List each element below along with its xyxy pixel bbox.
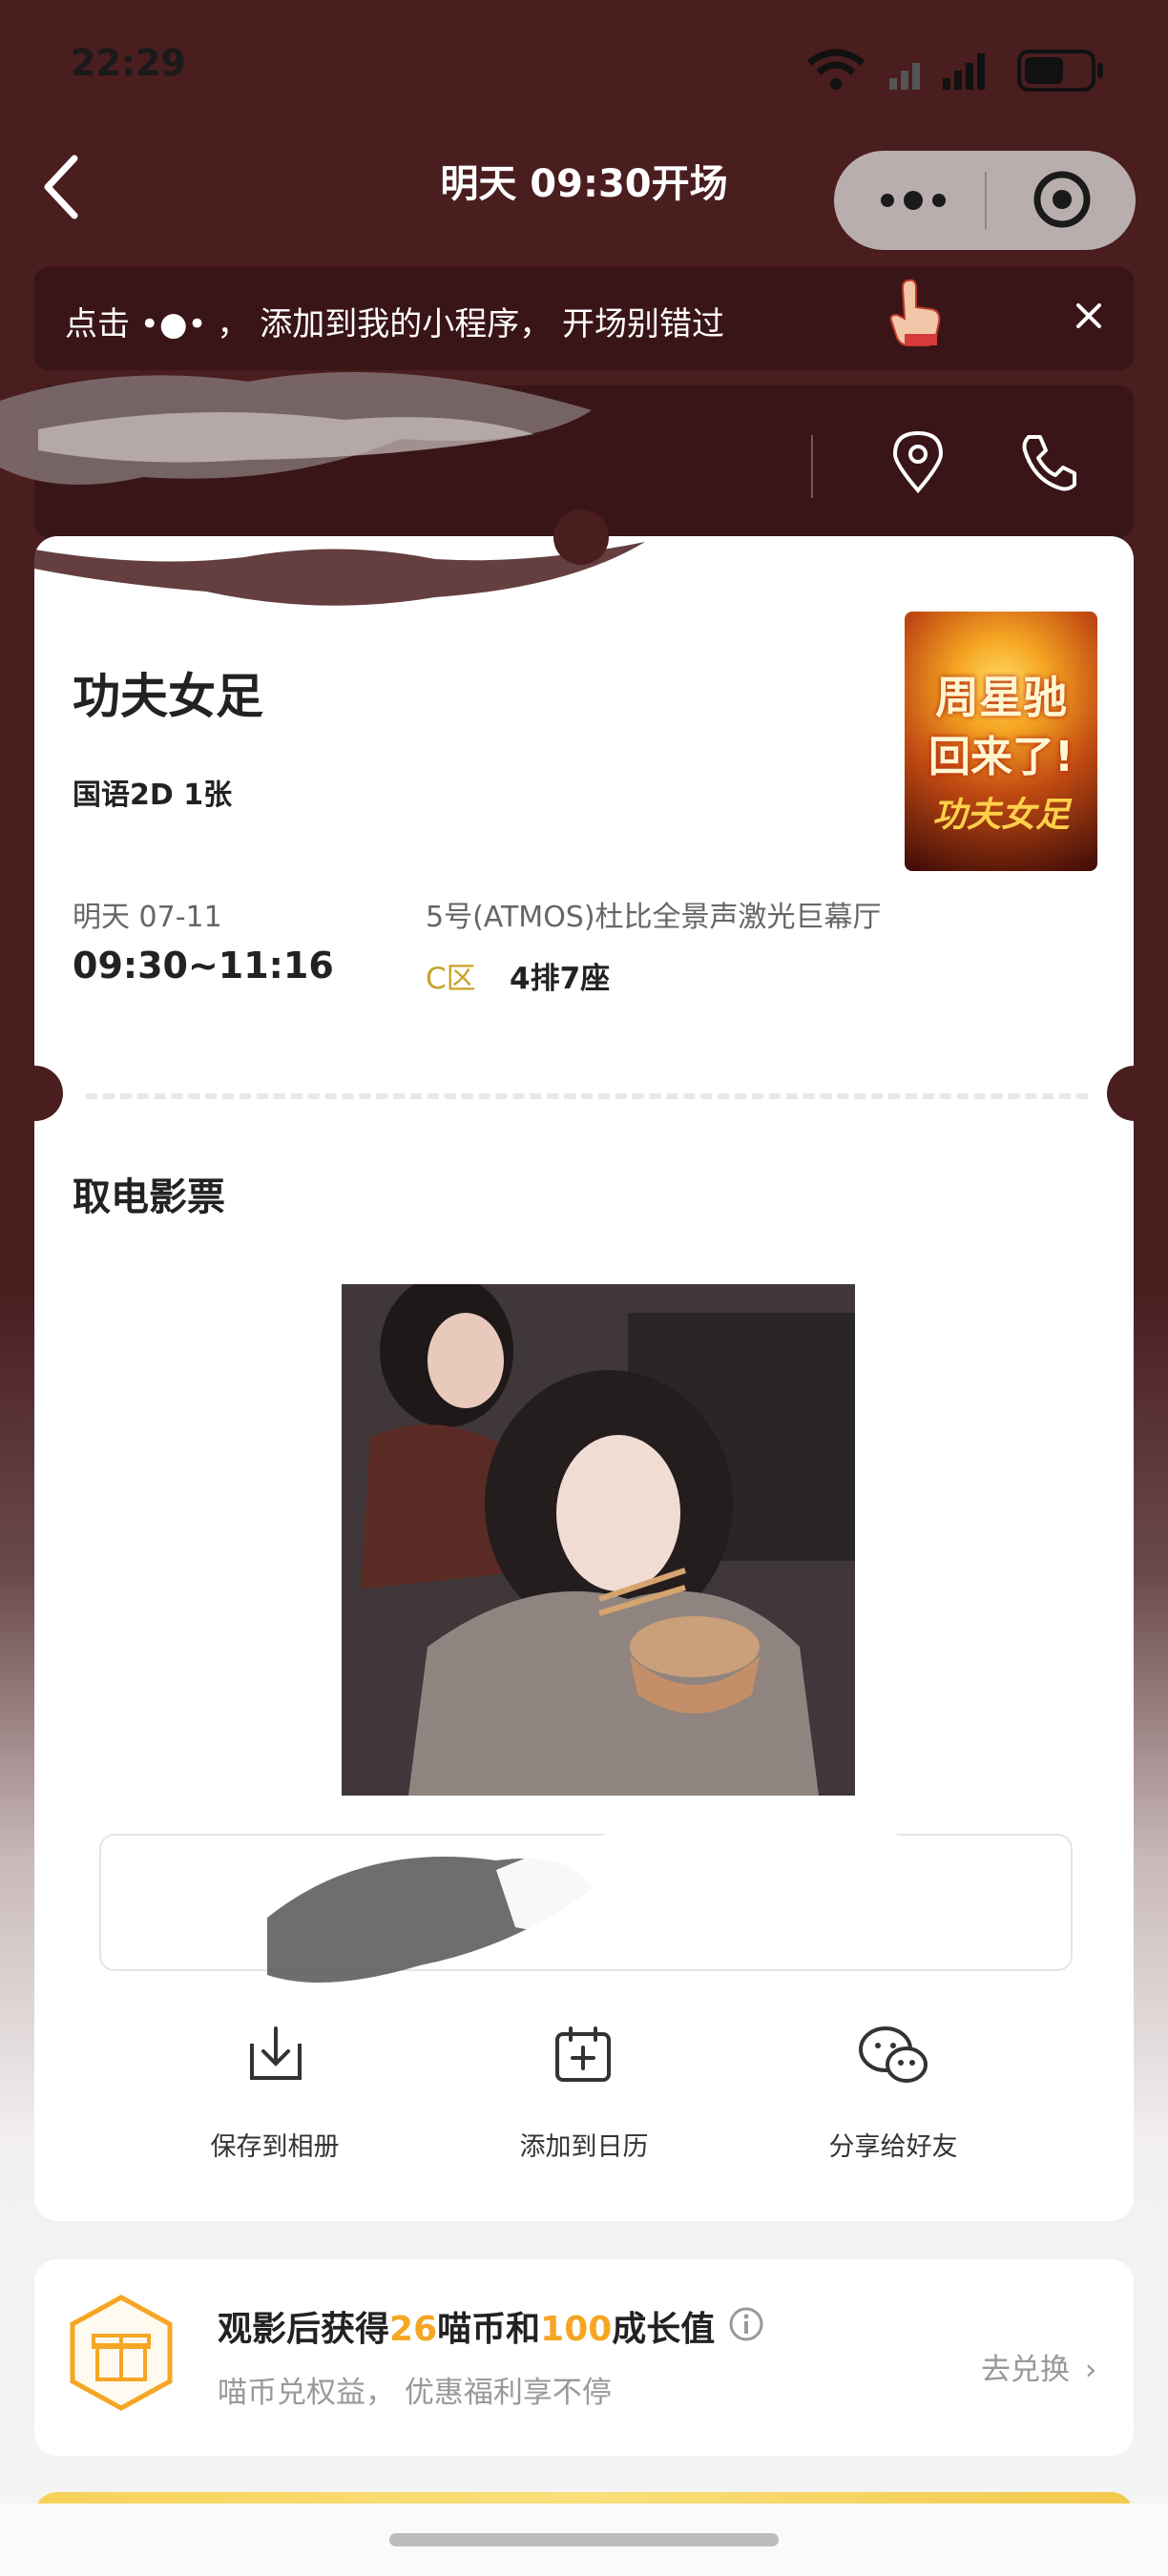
add-to-calendar-button[interactable]: 添加到日历: [460, 2126, 708, 2163]
save-to-album-icon[interactable]: [244, 2023, 307, 2086]
reward-growth: 100: [540, 2310, 613, 2349]
show-date: 明天 07-11: [73, 901, 222, 934]
share-to-friends-button[interactable]: 分享给好友: [769, 2126, 1017, 2163]
wifi-icon: [806, 49, 866, 90]
more-icon[interactable]: [870, 181, 956, 219]
redeem-label: 去兑换: [981, 2353, 1070, 2387]
ticket-notch-right: [1107, 1066, 1162, 1121]
close-icon[interactable]: [1073, 300, 1105, 332]
cinema-name-redaction: [0, 372, 592, 485]
movie-title: 功夫女足: [73, 669, 263, 724]
info-icon[interactable]: [727, 2305, 765, 2343]
movie-format-count: 国语2D 1张: [73, 779, 233, 812]
battery-icon: [1017, 50, 1103, 92]
ticket-code-cover-image: [342, 1284, 855, 1796]
seat-number: 4排7座: [510, 962, 611, 996]
chevron-right-icon: ›: [1084, 2353, 1097, 2387]
hall-name: 5号(ATMOS)杜比全景声激光巨幕厅: [426, 901, 882, 934]
poster-line3: 功夫女足: [931, 796, 1070, 835]
movie-poster[interactable]: 周星驰 回来了! 功夫女足: [905, 612, 1097, 871]
close-miniapp-icon[interactable]: [1031, 168, 1094, 231]
save-to-album-button[interactable]: 保存到相册: [151, 2126, 399, 2163]
tip-text: 点击 •●• ， 添加到我的小程序， 开场别错过: [65, 305, 725, 343]
header-divider: [811, 435, 813, 498]
show-time-range: 09:30~11:16: [73, 945, 334, 987]
status-bar: 22:29: [0, 0, 1168, 134]
ticket-code-redaction: [267, 1819, 916, 1983]
poster-line1: 周星驰: [935, 672, 1067, 723]
status-icons: [806, 49, 1103, 92]
add-to-calendar-icon[interactable]: [552, 2023, 615, 2086]
signal-icon: [889, 53, 985, 90]
ticket-notch-left: [8, 1066, 63, 1121]
ticket-divider: [86, 1093, 1088, 1099]
cover-image-illustration: [342, 1284, 855, 1796]
capsule-divider: [985, 172, 987, 229]
ticket-pickup-title: 取电影票: [73, 1175, 225, 1219]
home-indicator: [389, 2533, 779, 2546]
phone-icon[interactable]: [1019, 431, 1078, 492]
location-icon[interactable]: [889, 429, 947, 496]
status-time: 22:29: [71, 42, 186, 84]
ticket-top-redaction: [34, 542, 645, 606]
reward-coins: 26: [389, 2310, 438, 2349]
reward-subtitle: 喵币兑权益， 优惠福利享不停: [218, 2376, 612, 2410]
reward-suffix: 成长值: [612, 2310, 716, 2349]
wechat-share-icon[interactable]: [857, 2023, 929, 2086]
reward-card[interactable]: [34, 2259, 1134, 2456]
redeem-link[interactable]: 去兑换 ›: [981, 2345, 1096, 2388]
seat-zone: C区: [426, 962, 476, 996]
reward-prefix: 观影后获得: [218, 2310, 390, 2349]
pointing-hand-icon: [889, 279, 941, 346]
reward-title: 观影后获得26喵币和100成长值: [218, 2301, 715, 2351]
gift-icon: [70, 2295, 173, 2411]
poster-line2: 回来了!: [928, 733, 1074, 781]
reward-mid: 喵币和: [437, 2310, 541, 2349]
